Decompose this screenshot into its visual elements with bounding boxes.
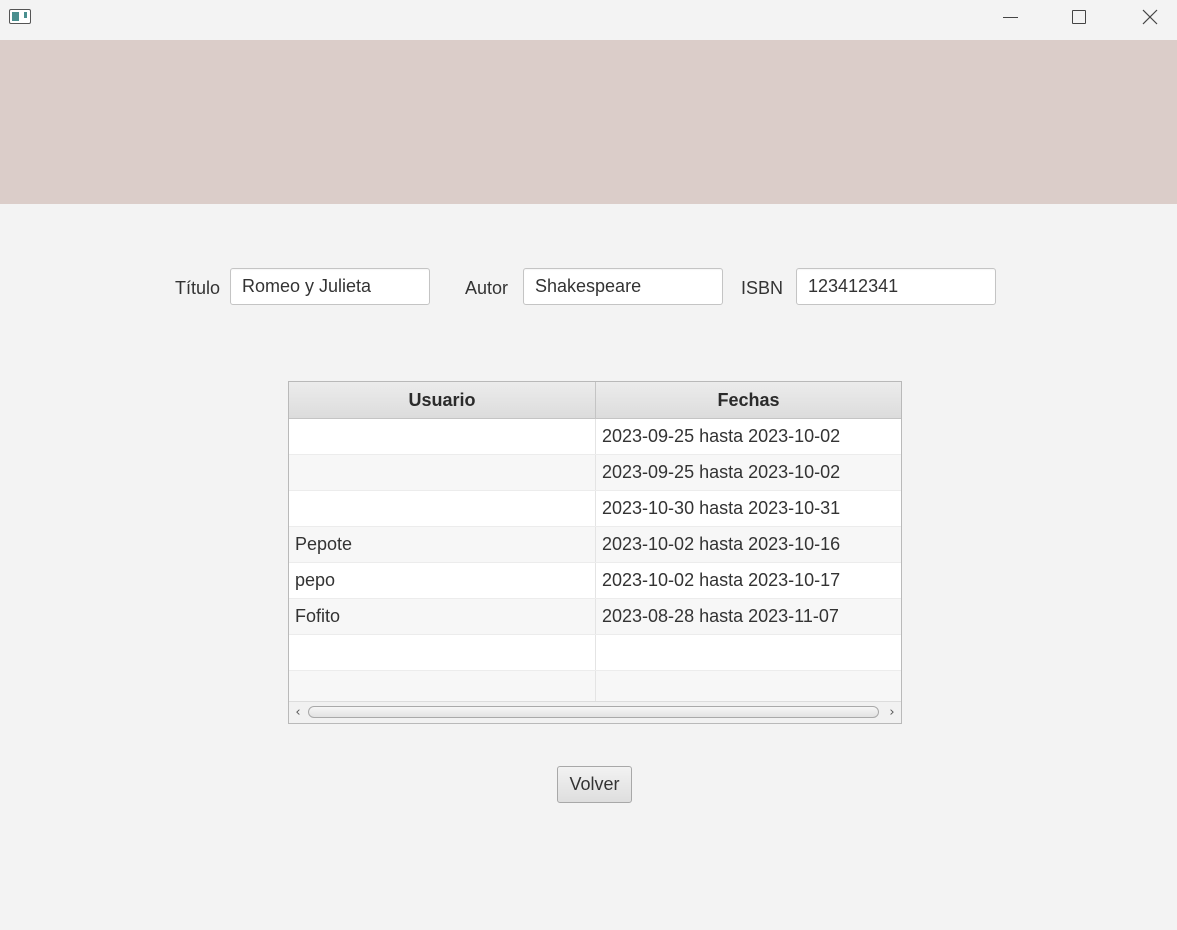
cell-usuario: [289, 491, 596, 526]
app-icon: [9, 9, 31, 24]
cell-fechas: [596, 635, 901, 670]
table-row[interactable]: pepo 2023-10-02 hasta 2023-10-17: [289, 563, 901, 599]
cell-usuario: Fofito: [289, 599, 596, 634]
minimize-button[interactable]: [987, 0, 1033, 34]
table-header: Usuario Fechas: [289, 382, 901, 419]
cell-fechas: 2023-10-02 hasta 2023-10-17: [602, 570, 841, 590]
isbn-label: ISBN: [741, 278, 784, 298]
volver-button[interactable]: Volver: [557, 766, 632, 803]
title-bar: [0, 0, 1177, 40]
app-window: Título Autor ISBN Usuario Fechas 2023-09…: [0, 0, 1177, 930]
cell-usuario: pepo: [289, 563, 596, 598]
table-row[interactable]: [289, 635, 901, 671]
scroll-right-icon[interactable]: ›: [883, 702, 901, 723]
table-row[interactable]: 2023-09-25 hasta 2023-10-02: [289, 455, 901, 491]
maximize-icon: [1072, 10, 1086, 24]
table-row[interactable]: Fofito 2023-08-28 hasta 2023-11-07: [289, 599, 901, 635]
scrollbar-thumb[interactable]: [308, 706, 879, 718]
cell-fechas: 2023-10-30 hasta 2023-10-31: [602, 498, 841, 518]
close-button[interactable]: [1127, 0, 1173, 34]
cell-fechas: 2023-09-25 hasta 2023-10-02: [602, 462, 841, 482]
cell-usuario: Pepote: [289, 527, 596, 562]
close-icon: [1142, 9, 1158, 25]
header-banner: [0, 40, 1177, 204]
horizontal-scrollbar[interactable]: ‹ ›: [289, 701, 901, 723]
cell-fechas: 2023-09-25 hasta 2023-10-02: [602, 426, 841, 446]
table-row[interactable]: Pepote 2023-10-02 hasta 2023-10-16: [289, 527, 901, 563]
scroll-left-icon[interactable]: ‹: [289, 702, 307, 723]
titulo-label: Título: [175, 278, 221, 298]
reservations-table[interactable]: Usuario Fechas 2023-09-25 hasta 2023-10-…: [288, 381, 902, 724]
table-body: 2023-09-25 hasta 2023-10-02 2023-09-25 h…: [289, 419, 901, 707]
autor-label: Autor: [465, 278, 509, 298]
column-header-usuario[interactable]: Usuario: [289, 382, 596, 418]
cell-usuario: [289, 455, 596, 490]
minimize-icon: [1002, 16, 1018, 18]
cell-fechas: 2023-08-28 hasta 2023-11-07: [602, 606, 839, 626]
table-row[interactable]: 2023-10-30 hasta 2023-10-31: [289, 491, 901, 527]
autor-input[interactable]: [523, 268, 723, 305]
maximize-button[interactable]: [1056, 0, 1102, 34]
table-row[interactable]: 2023-09-25 hasta 2023-10-02: [289, 419, 901, 455]
cell-usuario: [289, 419, 596, 454]
column-header-fechas[interactable]: Fechas: [596, 382, 901, 418]
isbn-input[interactable]: [796, 268, 996, 305]
cell-usuario: [289, 635, 596, 670]
cell-fechas: 2023-10-02 hasta 2023-10-16: [602, 534, 841, 554]
titulo-input[interactable]: [230, 268, 430, 305]
